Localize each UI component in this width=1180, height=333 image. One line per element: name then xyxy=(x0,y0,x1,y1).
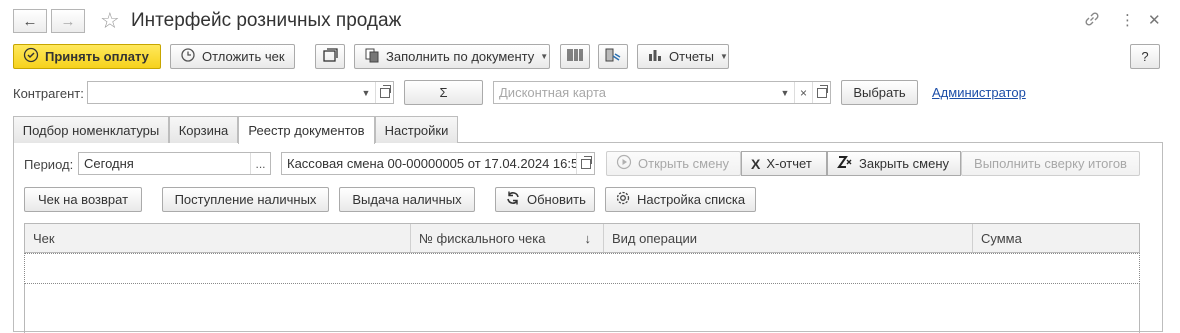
refresh-icon xyxy=(505,190,521,209)
counterparty-field[interactable]: ▼ xyxy=(87,81,394,104)
sum-button[interactable]: Σ xyxy=(404,80,483,105)
x-report-icon: X xyxy=(751,155,761,172)
tab-item-selection[interactable]: Подбор номенклатуры xyxy=(13,116,169,143)
administrator-link[interactable]: Администратор xyxy=(932,85,1026,100)
open-icon[interactable] xyxy=(812,82,830,103)
fill-by-document-label: Заполнить по документу xyxy=(386,49,535,64)
page-title: Интерфейс розничных продаж xyxy=(131,10,402,31)
column-header-fiscal-number[interactable]: № фискального чека ↓ xyxy=(411,224,604,252)
open-icon[interactable] xyxy=(576,153,594,174)
list-settings-label: Настройка списка xyxy=(637,192,746,207)
more-icon[interactable]: ⋮ xyxy=(1120,11,1135,29)
clear-icon[interactable]: × xyxy=(794,82,812,103)
open-shift-label: Открыть смену xyxy=(638,156,730,171)
period-field[interactable]: Сегодня ... xyxy=(78,152,271,175)
refresh-label: Обновить xyxy=(527,192,586,207)
reports-button[interactable]: Отчеты ▼ xyxy=(637,44,729,69)
arrow-right-icon: → xyxy=(60,12,76,30)
chevron-down-icon[interactable]: ▼ xyxy=(776,82,794,103)
window-button[interactable] xyxy=(315,44,345,69)
period-value[interactable]: Сегодня xyxy=(79,156,250,171)
link-icon[interactable] xyxy=(1084,11,1100,31)
counterparty-label: Контрагент: xyxy=(13,86,84,101)
table-header: Чек № фискального чека ↓ Вид операции Су… xyxy=(24,223,1140,253)
fill-by-document-button[interactable]: Заполнить по документу ▼ xyxy=(354,44,550,69)
column-header-check[interactable]: Чек xyxy=(25,224,411,252)
reports-label: Отчеты xyxy=(669,49,714,64)
discount-card-field[interactable]: Дисконтная карта ▼ × xyxy=(493,81,831,104)
arrow-left-icon: ← xyxy=(22,12,38,30)
close-icon[interactable]: ✕ xyxy=(1148,11,1161,29)
barcode-button[interactable] xyxy=(560,44,590,69)
column-header-sum[interactable]: Сумма xyxy=(973,224,1139,252)
scanner-button[interactable] xyxy=(598,44,628,69)
z-report-icon xyxy=(837,154,853,173)
column-label: Сумма xyxy=(981,230,1022,246)
column-label: Вид операции xyxy=(612,230,698,246)
close-shift-button[interactable]: Закрыть смену xyxy=(827,151,961,176)
window-icon xyxy=(322,47,338,66)
chevron-down-icon: ▼ xyxy=(540,52,549,61)
tab-document-registry[interactable]: Реестр документов xyxy=(238,116,375,144)
shift-value[interactable]: Кассовая смена 00-00000005 от 17.04.2024… xyxy=(282,156,576,171)
discount-card-placeholder[interactable]: Дисконтная карта xyxy=(494,85,776,100)
documents-icon xyxy=(364,47,380,66)
x-report-button[interactable]: X Х-отчет xyxy=(741,151,827,176)
list-settings-button[interactable]: Настройка списка xyxy=(605,187,756,212)
tab-cart[interactable]: Корзина xyxy=(169,116,238,143)
reconcile-button[interactable]: Выполнить сверку итогов xyxy=(961,151,1140,176)
tab-settings[interactable]: Настройки xyxy=(375,116,458,143)
gear-icon xyxy=(615,190,631,209)
sort-arrow-icon: ↓ xyxy=(584,230,592,246)
open-icon[interactable] xyxy=(375,82,393,103)
shift-field[interactable]: Кассовая смена 00-00000005 от 17.04.2024… xyxy=(281,152,595,175)
accept-payment-button[interactable]: Принять оплату xyxy=(13,44,161,69)
refresh-button[interactable]: Обновить xyxy=(495,187,595,212)
cash-in-button[interactable]: Поступление наличных xyxy=(162,187,329,212)
check-circle-icon xyxy=(23,47,39,66)
chevron-down-icon[interactable]: ▼ xyxy=(357,82,375,103)
back-button[interactable]: ← xyxy=(13,9,47,33)
return-check-button[interactable]: Чек на возврат xyxy=(24,187,142,212)
column-header-operation-type[interactable]: Вид операции xyxy=(604,224,973,252)
help-button[interactable]: ? xyxy=(1130,44,1160,69)
column-label: № фискального чека xyxy=(419,230,546,246)
select-button[interactable]: Выбрать xyxy=(841,80,918,105)
favorite-star-icon[interactable]: ☆ xyxy=(100,8,120,34)
postpone-check-button[interactable]: Отложить чек xyxy=(170,44,295,69)
period-label: Период: xyxy=(24,157,74,172)
accept-payment-label: Принять оплату xyxy=(45,49,149,64)
open-shift-button[interactable]: Открыть смену xyxy=(606,151,741,176)
column-label: Чек xyxy=(33,230,55,246)
period-dots-button[interactable]: ... xyxy=(250,153,270,174)
scanner-icon xyxy=(604,47,622,66)
table-row[interactable] xyxy=(24,253,1140,284)
chevron-down-icon: ▼ xyxy=(719,52,728,61)
cash-out-button[interactable]: Выдача наличных xyxy=(339,187,475,212)
forward-button[interactable]: → xyxy=(51,9,85,33)
postpone-check-label: Отложить чек xyxy=(202,49,285,64)
barcode-icon xyxy=(566,47,584,66)
play-icon xyxy=(616,154,632,173)
bar-chart-icon xyxy=(647,47,663,66)
x-report-label: Х-отчет xyxy=(766,156,812,171)
clock-icon xyxy=(180,47,196,66)
close-shift-label: Закрыть смену xyxy=(859,156,950,171)
